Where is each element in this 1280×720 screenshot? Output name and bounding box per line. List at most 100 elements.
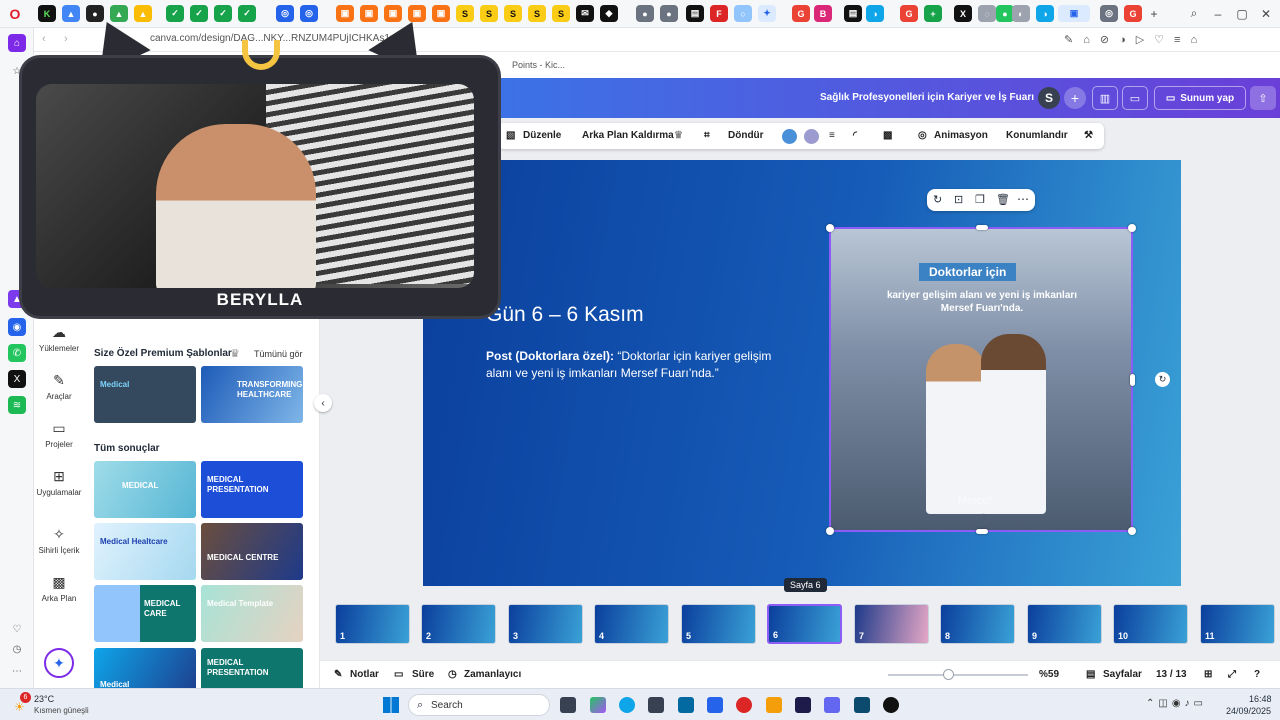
more-icon[interactable]: ⋯ (8, 662, 26, 680)
tab-icon[interactable]: G (900, 5, 918, 22)
tab-icon[interactable]: ▲ (62, 5, 80, 22)
zoom-slider[interactable] (888, 674, 1028, 676)
tab-icon[interactable]: G (792, 5, 810, 22)
tab-icon[interactable]: K (38, 5, 56, 22)
chart-icon[interactable]: ▥ (1092, 86, 1118, 110)
page-thumb[interactable]: 8 (940, 604, 1015, 644)
tab-icon[interactable]: ✉ (576, 5, 594, 22)
photoshop-icon[interactable] (854, 697, 870, 713)
tab-icon[interactable]: B (814, 5, 832, 22)
rail-uploads[interactable]: ☁ Yüklemeler (34, 324, 84, 353)
tab-icon[interactable]: ▤ (844, 5, 862, 22)
template-thumb[interactable]: MEDICAL CENTRE (201, 523, 303, 580)
add-collaborator-icon[interactable]: + (1064, 87, 1086, 109)
back-icon[interactable]: ‹ (42, 33, 46, 45)
heart-icon[interactable]: ♡ (8, 620, 26, 638)
forward-icon[interactable]: › (64, 33, 68, 45)
tab-icon[interactable]: ◎ (276, 5, 294, 22)
bookmark-text[interactable]: Points - Kic... (512, 60, 565, 70)
home-icon[interactable]: ⌂ (8, 34, 26, 52)
close-icon[interactable]: ✕ (1256, 5, 1276, 22)
tab-icon[interactable]: ◑ (866, 5, 884, 22)
resize-handle[interactable] (976, 225, 988, 230)
slide-heading[interactable]: Gün 6 – 6 Kasım (486, 303, 644, 327)
tab-icon[interactable]: ◎ (1100, 5, 1118, 22)
tab-icon[interactable]: S (456, 5, 474, 22)
duration-button[interactable]: Süre (412, 669, 434, 680)
template-thumb[interactable]: MEDICAL CARE (94, 585, 196, 642)
present-button[interactable]: ▭ Sunum yap (1154, 86, 1246, 110)
new-tab-icon[interactable]: + (1144, 5, 1164, 22)
x-icon[interactable]: X (8, 370, 26, 388)
x-icon[interactable]: X (954, 5, 972, 22)
avatar[interactable]: S (1038, 87, 1060, 109)
search-tabs-icon[interactable]: ⌕ (1184, 5, 1204, 22)
tab-icon[interactable]: ○ (734, 5, 752, 22)
template-thumb[interactable]: TRANSFORMING HEALTHCARE (201, 366, 303, 423)
tab-icon[interactable]: ◆ (600, 5, 618, 22)
edge-icon[interactable] (619, 697, 635, 713)
store-icon[interactable] (648, 697, 664, 713)
crop-icon[interactable]: ⌗ (704, 130, 710, 141)
teams-icon[interactable] (824, 697, 840, 713)
outlook-icon[interactable] (678, 697, 694, 713)
bg-remove-button[interactable]: Arka Plan Kaldırma (582, 130, 674, 141)
zoom-slider-knob[interactable] (943, 669, 954, 680)
color-swatch-blue[interactable] (782, 129, 797, 144)
page-thumb[interactable]: 11 (1200, 604, 1275, 644)
tab-icon[interactable]: ◑ (1036, 5, 1054, 22)
windows-start-icon[interactable] (383, 697, 399, 713)
rail-tools[interactable]: ✎ Araçlar (34, 372, 84, 401)
collapse-panel-icon[interactable]: ‹ (314, 394, 332, 412)
tab-icon[interactable]: G (1124, 5, 1142, 22)
paint-format-icon[interactable]: ⚒ (1084, 130, 1093, 141)
tab-icon[interactable]: ◌ (978, 5, 996, 22)
color-swatch-lavender[interactable] (804, 129, 819, 144)
github-icon[interactable]: ● (86, 5, 104, 22)
tab-icon[interactable]: S (552, 5, 570, 22)
page-thumb[interactable]: 10 (1113, 604, 1188, 644)
rotate-button[interactable]: Döndür (728, 130, 764, 141)
app-icon[interactable] (883, 697, 899, 713)
tray-icons[interactable]: ⌃◫◉♪▭ (1146, 698, 1207, 709)
tab-icon[interactable]: ▣ (360, 5, 378, 22)
comment-icon[interactable]: ▭ (1122, 86, 1148, 110)
tab-icon[interactable]: S (528, 5, 546, 22)
page-thumb[interactable]: 4 (594, 604, 669, 644)
messenger-icon[interactable]: ◉ (8, 318, 26, 336)
page-thumb[interactable]: 7 (854, 604, 929, 644)
grid-view-icon[interactable]: ⊞ (1204, 669, 1212, 680)
rail-background[interactable]: ▩ Arka Plan (34, 574, 84, 603)
animation-button[interactable]: Animasyon (934, 130, 988, 141)
weather-desc[interactable]: Kısmen güneşli (34, 706, 89, 715)
resize-handle[interactable] (826, 527, 834, 535)
mail-icon[interactable] (707, 697, 723, 713)
pages-button[interactable]: Sayfalar (1103, 669, 1142, 680)
tab-icon[interactable]: ✓ (238, 5, 256, 22)
tab-icon[interactable]: S (480, 5, 498, 22)
share-icon[interactable]: ⇧ (1250, 86, 1276, 110)
border-style-icon[interactable]: ≡ (829, 130, 835, 141)
more-icon[interactable]: ⋯ (1017, 192, 1029, 206)
template-thumb[interactable]: MEDICAL (94, 461, 196, 518)
tab-icon[interactable]: ▣ (408, 5, 426, 22)
resize-handle[interactable] (1128, 527, 1136, 535)
explorer-icon[interactable] (766, 697, 782, 713)
trash-icon[interactable]: 🗑 (996, 193, 1010, 206)
design-title[interactable]: Sağlık Profesyonelleri için Kariyer ve İ… (820, 92, 1034, 103)
tab-icon[interactable]: + (924, 5, 942, 22)
spotify-icon[interactable]: ≋ (8, 396, 26, 414)
task-view-icon[interactable] (560, 697, 576, 713)
weather-icon[interactable]: ☀ (14, 700, 25, 714)
edit-button[interactable]: Düzenle (523, 130, 561, 141)
after-effects-icon[interactable] (795, 697, 811, 713)
rail-projects[interactable]: ▭ Projeler (34, 420, 84, 449)
refresh-icon[interactable]: ↻ (933, 193, 942, 206)
clock-date[interactable]: 24/09/2025 (1226, 706, 1271, 716)
duplicate-icon[interactable]: ❐ (975, 193, 985, 206)
corner-radius-icon[interactable]: ◜ (853, 130, 857, 141)
tab-icon[interactable]: ▣ (336, 5, 354, 22)
position-button[interactable]: Konumlandır (1006, 130, 1068, 141)
tab-icon[interactable]: ● (660, 5, 678, 22)
see-all-link[interactable]: Tümünü gör (254, 349, 303, 359)
